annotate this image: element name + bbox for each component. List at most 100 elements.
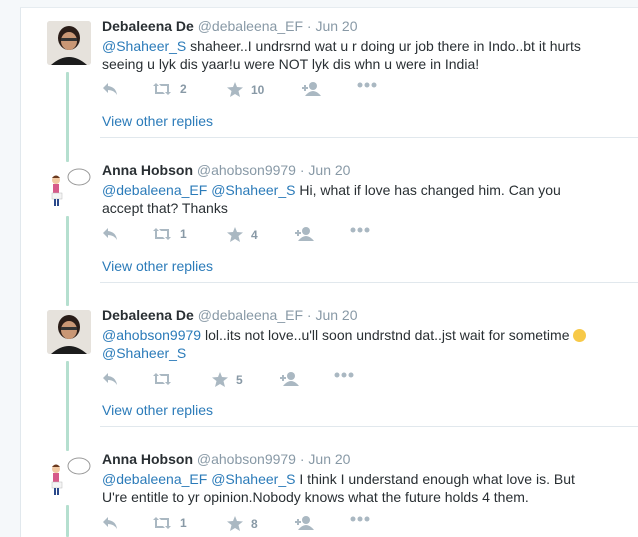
winking-face-icon	[573, 329, 587, 342]
reply-button[interactable]	[102, 227, 118, 241]
avatar-photo-icon	[47, 21, 91, 65]
more-button[interactable]	[350, 516, 370, 522]
tweet[interactable]: Anna Hobson @ahobson9979 · Jun 20 @debal…	[0, 162, 638, 280]
reply-divider	[100, 282, 638, 283]
more-dots-icon	[350, 516, 370, 522]
retweet-icon	[153, 228, 171, 240]
conversation-view: Debaleena De @debaleena_EF · Jun 20 @Sha…	[0, 0, 638, 537]
reply-icon	[103, 228, 117, 240]
reply-button[interactable]	[102, 82, 118, 96]
tweet[interactable]: Debaleena De @debaleena_EF · Jun 20 @Sha…	[0, 18, 638, 136]
retweet-button[interactable]	[152, 372, 172, 386]
follow-button[interactable]	[295, 516, 315, 530]
mention-link[interactable]: @Shaheer_S	[102, 345, 186, 361]
top-divider	[20, 0, 638, 8]
favorite-count: 10	[251, 82, 265, 97]
retweet-icon	[153, 517, 171, 529]
tweet-date[interactable]: Jun 20	[315, 18, 357, 34]
star-icon	[227, 516, 243, 531]
favorite-button[interactable]: 4	[227, 227, 258, 242]
retweet-button[interactable]: 2	[152, 82, 187, 96]
tweet-header: Debaleena De @debaleena_EF · Jun 20	[102, 307, 358, 323]
favorite-button[interactable]: 10	[227, 82, 264, 97]
avatar[interactable]	[47, 310, 91, 354]
author-name[interactable]: Anna Hobson	[102, 451, 193, 467]
reply-divider	[100, 426, 638, 427]
avatar[interactable]	[47, 456, 91, 500]
star-icon	[227, 227, 243, 242]
tweet-header: Anna Hobson @ahobson9979 · Jun 20	[102, 162, 350, 178]
retweet-button[interactable]: 1	[152, 516, 187, 530]
add-user-icon	[295, 516, 314, 530]
retweet-count: 1	[180, 516, 187, 530]
favorite-button[interactable]: 8	[227, 516, 258, 531]
add-user-icon	[302, 82, 321, 96]
view-other-replies-link[interactable]: View other replies	[102, 113, 213, 129]
author-name[interactable]: Debaleena De	[102, 307, 194, 323]
avatar-cartoon-icon	[47, 167, 91, 211]
more-button[interactable]	[350, 227, 370, 233]
more-dots-icon	[350, 227, 370, 233]
reply-icon	[103, 517, 117, 529]
separator-dot: ·	[299, 451, 305, 467]
reply-icon	[103, 83, 117, 95]
mention-link[interactable]: @Shaheer_S	[211, 471, 295, 487]
tweet-date[interactable]: Jun 20	[308, 162, 350, 178]
mention-link[interactable]: @Shaheer_S	[102, 38, 186, 54]
tweet-actions: 1 4	[102, 227, 402, 245]
mention-link[interactable]: @debaleena_EF	[102, 182, 207, 198]
tweet-text: @ahobson9979 lol..its not love..u'll soo…	[102, 326, 602, 362]
more-button[interactable]	[357, 82, 377, 88]
author-handle[interactable]: @debaleena_EF	[198, 18, 303, 34]
author-handle[interactable]: @debaleena_EF	[198, 307, 303, 323]
reply-icon	[103, 373, 117, 385]
follow-button[interactable]	[295, 227, 315, 241]
tweet-text: @Shaheer_S shaheer..I undrsrnd wat u r d…	[102, 37, 602, 73]
separator-dot: ·	[299, 162, 305, 178]
tweet-date[interactable]: Jun 20	[315, 307, 357, 323]
follow-button[interactable]	[302, 82, 322, 96]
retweet-button[interactable]: 1	[152, 227, 187, 241]
tweet-text: @debaleena_EF @Shaheer_S Hi, what if lov…	[102, 181, 602, 217]
more-dots-icon	[334, 372, 354, 378]
favorite-count: 4	[251, 227, 258, 242]
tweet-header: Debaleena De @debaleena_EF · Jun 20	[102, 18, 358, 34]
avatar[interactable]	[47, 21, 91, 65]
author-handle[interactable]: @ahobson9979	[197, 162, 296, 178]
add-user-icon	[295, 227, 314, 241]
avatar-photo-icon	[47, 310, 91, 354]
star-icon	[212, 372, 228, 387]
follow-button[interactable]	[280, 372, 300, 386]
reply-button[interactable]	[102, 372, 118, 386]
tweet-date[interactable]: Jun 20	[308, 451, 350, 467]
mention-link[interactable]: @Shaheer_S	[211, 182, 295, 198]
tweet-text: @debaleena_EF @Shaheer_S I think I under…	[102, 470, 602, 506]
view-other-replies-link[interactable]: View other replies	[102, 258, 213, 274]
author-handle[interactable]: @ahobson9979	[197, 451, 296, 467]
retweet-icon	[153, 373, 171, 385]
tweet-actions: 1 8	[102, 516, 402, 534]
mention-link[interactable]: @debaleena_EF	[102, 471, 207, 487]
author-name[interactable]: Anna Hobson	[102, 162, 193, 178]
tweet[interactable]: Anna Hobson @ahobson9979 · Jun 20 @debal…	[0, 451, 638, 537]
tweet[interactable]: Debaleena De @debaleena_EF · Jun 20 @aho…	[0, 307, 638, 425]
reply-divider	[100, 137, 638, 138]
tweet-actions: 2 10	[102, 82, 402, 100]
tweet-header: Anna Hobson @ahobson9979 · Jun 20	[102, 451, 350, 467]
reply-button[interactable]	[102, 516, 118, 530]
retweet-icon	[153, 83, 171, 95]
star-icon	[227, 82, 243, 97]
favorite-count: 5	[236, 372, 243, 387]
view-other-replies-link[interactable]: View other replies	[102, 402, 213, 418]
separator-dot: ·	[306, 307, 312, 323]
author-name[interactable]: Debaleena De	[102, 18, 194, 34]
retweet-count: 1	[180, 227, 187, 241]
more-dots-icon	[357, 82, 377, 88]
avatar[interactable]	[47, 167, 91, 211]
separator-dot: ·	[306, 18, 312, 34]
mention-link[interactable]: @ahobson9979	[102, 327, 201, 343]
more-button[interactable]	[334, 372, 354, 378]
favorite-count: 8	[251, 516, 258, 531]
favorite-button[interactable]: 5	[212, 372, 243, 387]
tweet-body: lol..its not love..u'll soon undrstnd da…	[201, 327, 574, 343]
